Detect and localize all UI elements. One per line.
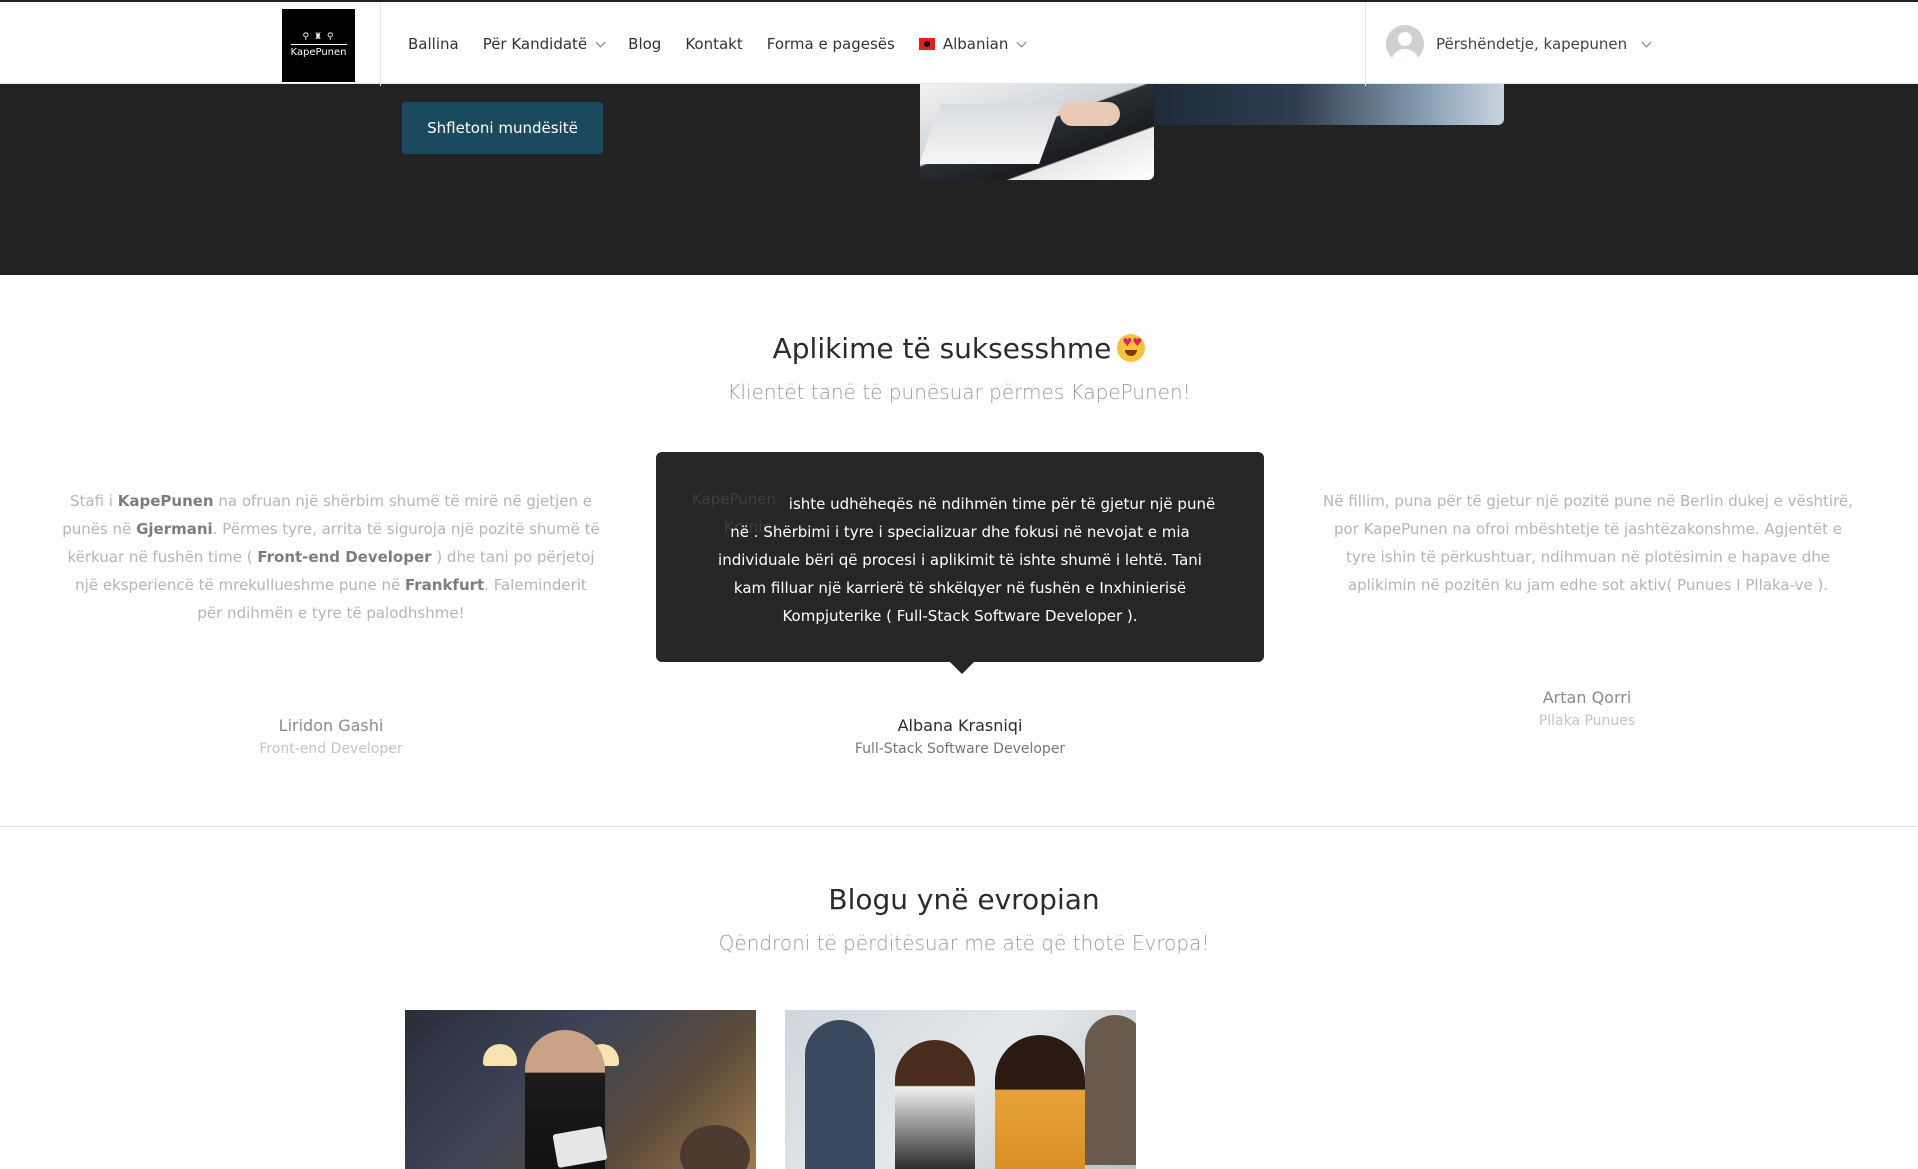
- bubble-pointer: [950, 662, 974, 674]
- chevron-down-icon: [595, 37, 606, 47]
- heart-eyes-emoji-icon: [1117, 334, 1146, 362]
- nav-label: Ballina: [408, 35, 459, 53]
- person-shape: [995, 1035, 1085, 1169]
- person-shape: [805, 1020, 875, 1169]
- testimonial-center-text: ishte udhëheqës në ndihmën time për të g…: [718, 495, 1216, 625]
- lamp-shape: [483, 1044, 517, 1066]
- blog-card-image-1[interactable]: [405, 1010, 756, 1169]
- hero-image-laptop: [920, 84, 1154, 180]
- testimonial-left-text: Stafi i KapePunen na ofruan një shërbim …: [62, 492, 600, 622]
- browse-opportunities-button[interactable]: Shfletoni mundësitë: [402, 102, 603, 154]
- section-divider: [0, 826, 1918, 827]
- testimonial-center-name: Albana Krasniqi: [897, 716, 1023, 735]
- person-shape: [680, 1125, 750, 1169]
- nav-label: Kontakt: [685, 35, 743, 53]
- hand-shape: [1060, 102, 1120, 126]
- blog-title: Blogu ynë evropian: [828, 883, 1100, 916]
- logo-line: [290, 44, 347, 45]
- header-divider-right: [1365, 2, 1366, 86]
- testimonial-right-name: Artan Qorri: [1542, 688, 1632, 707]
- nav-item-forma-e-pageses[interactable]: Forma e pagesës: [767, 35, 895, 53]
- nav-item-ballina[interactable]: Ballina: [408, 35, 459, 53]
- testimonial-center-role: Full-Stack Software Developer: [854, 741, 1066, 757]
- user-menu[interactable]: Përshëndetje, kapepunen: [1386, 24, 1652, 64]
- testimonial-right-text: Në fillim, puna për të gjetur një pozitë…: [1323, 492, 1853, 594]
- blog-card-image-2[interactable]: [785, 1010, 1136, 1169]
- laptop-shape: [920, 104, 1061, 164]
- testimonial-left-role: Front-end Developer: [259, 741, 403, 757]
- main-nav: Ballina Për Kandidatë Blog Kontakt Forma…: [408, 2, 1027, 86]
- nav-label: Forma e pagesës: [766, 35, 895, 53]
- header-divider-left: [380, 2, 381, 86]
- nav-label: Për Kandidatë: [482, 35, 588, 53]
- hero-section: Shfletoni mundësitë: [0, 84, 1918, 275]
- testimonials-title: Aplikime të suksesshme: [0, 332, 1918, 365]
- nav-item-blog[interactable]: Blog: [628, 35, 661, 53]
- nav-item-kontakt[interactable]: Kontakt: [685, 35, 742, 53]
- logo-mark: ⚲ ♜ ⚲: [302, 32, 335, 42]
- kapepunen-logo[interactable]: ⚲ ♜ ⚲ KapePunen: [282, 9, 355, 82]
- hero-image-office: [1154, 84, 1504, 125]
- language-label: Albanian: [942, 35, 1009, 53]
- albania-flag-icon: [918, 38, 935, 50]
- testimonial-right-role: Pllaka Punues: [1538, 713, 1636, 729]
- nav-item-per-kandidate[interactable]: Për Kandidatë: [482, 35, 606, 53]
- testimonials-title-text: Aplikime të suksesshme: [772, 332, 1112, 365]
- chevron-down-icon: [1016, 37, 1027, 47]
- testimonial-center-bubble: KapePunen Krynin ishte udhëheqës në ndih…: [656, 452, 1264, 674]
- nav-label: Blog: [628, 35, 662, 53]
- avatar-icon: [1386, 25, 1424, 63]
- person-shape: [895, 1040, 975, 1169]
- language-selector[interactable]: Albanian: [918, 35, 1027, 53]
- user-greeting: Përshëndetje, kapepunen: [1436, 35, 1628, 53]
- testimonials-subtitle: Klientët tanë të punësuar përmes KapePun…: [727, 380, 1191, 404]
- person-shape: [1085, 1015, 1136, 1165]
- chevron-down-icon: [1641, 37, 1652, 47]
- logo-text: KapePunen: [290, 47, 347, 58]
- testimonial-left-name: Liridon Gashi: [278, 716, 384, 735]
- blog-subtitle: Qëndroni të përditësuar me atë që thotë …: [718, 931, 1210, 955]
- site-header: ⚲ ♜ ⚲ KapePunen Ballina Për Kandidatë Bl…: [0, 0, 1918, 86]
